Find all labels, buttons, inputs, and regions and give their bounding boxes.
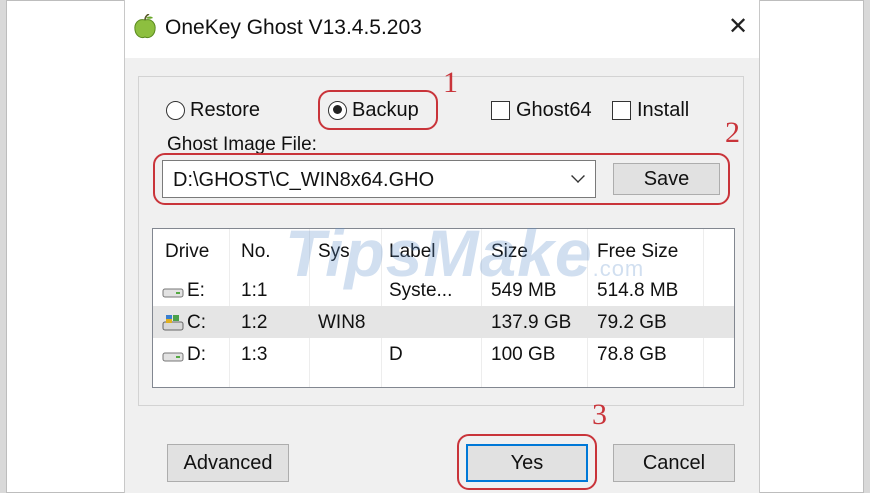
- watermark-suffix: .com: [592, 256, 645, 281]
- no-cell: 1:1: [241, 280, 268, 301]
- column-header-no[interactable]: No.: [241, 241, 271, 263]
- cancel-button[interactable]: Cancel: [613, 444, 735, 482]
- install-label: Install: [637, 98, 690, 121]
- hard-drive-icon: [162, 352, 184, 362]
- ghost-image-file-label: Ghost Image File:: [167, 134, 317, 155]
- ghost64-checkbox-box[interactable]: [491, 100, 510, 120]
- size-cell: 100 GB: [491, 344, 556, 365]
- restore-label: Restore: [190, 98, 261, 121]
- yes-button[interactable]: Yes: [466, 444, 588, 482]
- system-drive-icon: [162, 315, 184, 331]
- drive-cell: C:: [187, 312, 206, 333]
- install-checkbox[interactable]: Install: [612, 96, 689, 124]
- ghost64-checkbox[interactable]: Ghost64: [491, 96, 592, 124]
- restore-radio-circle[interactable]: [166, 100, 185, 120]
- ghost64-label: Ghost64: [516, 98, 592, 121]
- sys-cell: WIN8: [318, 312, 366, 333]
- no-cell: 1:2: [241, 312, 268, 333]
- window-title: OneKey Ghost V13.4.5.203: [165, 16, 422, 39]
- backup-radio[interactable]: Backup: [328, 96, 419, 124]
- restore-radio[interactable]: Restore: [166, 96, 260, 124]
- ghost-image-file-combobox[interactable]: D:\GHOST\C_WIN8x64.GHO: [162, 160, 596, 198]
- free-size-cell: 78.8 GB: [597, 344, 667, 365]
- chevron-down-icon[interactable]: [571, 169, 585, 183]
- hard-drive-icon: [162, 288, 184, 298]
- save-button[interactable]: Save: [613, 163, 720, 195]
- table-row[interactable]: C: 1:2 WIN8 137.9 GB 79.2 GB: [153, 306, 734, 338]
- table-row[interactable]: D: 1:3 D 100 GB 78.8 GB: [153, 338, 734, 370]
- tipsmake-watermark: TipsMake.com: [285, 215, 644, 291]
- title-bar[interactable]: OneKey Ghost V13.4.5.203 ✕: [125, 0, 759, 58]
- ghost-image-file-value: D:\GHOST\C_WIN8x64.GHO: [173, 169, 435, 191]
- annotation-step-3: 3: [592, 398, 607, 431]
- watermark-text: TipsMake: [285, 216, 593, 290]
- size-cell: 137.9 GB: [491, 312, 572, 333]
- drive-cell: E:: [187, 280, 205, 301]
- column-header-drive[interactable]: Drive: [165, 241, 209, 263]
- advanced-button[interactable]: Advanced: [167, 444, 289, 482]
- apple-app-icon: [134, 14, 156, 39]
- install-checkbox-box[interactable]: [612, 100, 631, 120]
- close-icon[interactable]: ✕: [723, 12, 753, 42]
- backup-label: Backup: [352, 98, 419, 121]
- no-cell: 1:3: [241, 344, 268, 365]
- label-cell: D: [389, 344, 403, 365]
- free-size-cell: 79.2 GB: [597, 312, 667, 333]
- annotation-step-1: 1: [443, 66, 458, 99]
- annotation-step-2: 2: [725, 116, 740, 149]
- backup-radio-circle[interactable]: [328, 100, 347, 120]
- drive-cell: D:: [187, 344, 206, 365]
